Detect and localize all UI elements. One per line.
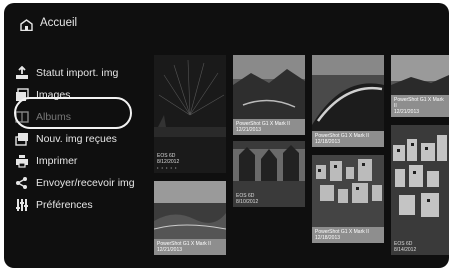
album-tile[interactable]: EOS 6D 8/12/2012 • • • • • [154, 55, 226, 173]
album-date: 12/18/2013 [315, 139, 341, 145]
album-camera: PowerShot G1 X Mark II [394, 97, 444, 109]
album-tile[interactable]: PowerShot G1 X Mark II 12/21/2013 [391, 55, 449, 117]
sidebar-item-new-images[interactable]: Nouv. img reçues [14, 129, 117, 149]
share-icon [14, 175, 30, 191]
album-date: 8/10/2012 [236, 199, 259, 205]
album-tile[interactable]: PowerShot G1 X Mark II 12/21/2013 [154, 181, 226, 255]
album-tile[interactable]: PowerShot G1 X Mark II 12/18/2013 [312, 155, 384, 243]
home-icon[interactable] [20, 19, 33, 31]
sidebar-item-label: Imprimer [36, 155, 78, 167]
album-tile[interactable]: EOS 6D 8/10/2012 [233, 141, 305, 207]
sidebar-item-send-receive[interactable]: Envoyer/recevoir img [14, 173, 135, 193]
album-caption: EOS 6D 8/14/2012 [391, 239, 449, 255]
sidebar-item-preferences[interactable]: Préférences [14, 195, 93, 215]
sidebar-item-label: Préférences [36, 199, 93, 211]
upload-icon [14, 65, 30, 81]
printer-icon [14, 153, 30, 169]
sidebar-item-label: Nouv. img reçues [36, 133, 117, 145]
album-caption: PowerShot G1 X Mark II 12/21/2013 [233, 119, 305, 135]
album-caption: PowerShot G1 X Mark II 12/18/2013 [312, 227, 384, 243]
inbox-icon [14, 131, 30, 147]
album-date: 12/21/2013 [394, 109, 420, 115]
sidebar-item-print[interactable]: Imprimer [14, 151, 77, 171]
sidebar-item-label: Envoyer/recevoir img [36, 177, 135, 189]
sidebar-item-label: Statut import. img [36, 67, 119, 79]
album-date: 12/21/2013 [157, 247, 183, 253]
header: Accueil [4, 3, 449, 43]
album-tile[interactable]: PowerShot G1 X Mark II 12/21/2013 [233, 55, 305, 135]
album-tile[interactable]: EOS 6D 8/14/2012 [391, 125, 449, 255]
album-caption: EOS 6D 8/10/2012 [233, 191, 305, 207]
page-title: Accueil [40, 17, 78, 29]
album-caption: PowerShot G1 X Mark II 12/18/2013 [312, 131, 384, 147]
app-screen: Accueil Statut import. img Images Albums… [4, 3, 449, 268]
album-caption: PowerShot G1 X Mark II 12/21/2013 [154, 239, 226, 255]
album-date: 12/21/2013 [236, 127, 262, 133]
album-caption: EOS 6D 8/12/2012 • • • • • [154, 151, 226, 173]
selection-highlight [14, 97, 132, 129]
albums-grid: EOS 6D 8/12/2012 • • • • • PowerShot G1 … [154, 53, 449, 263]
album-caption: PowerShot G1 X Mark II 12/21/2013 [391, 95, 449, 117]
album-tile[interactable]: PowerShot G1 X Mark II 12/18/2013 [312, 55, 384, 147]
album-thumbnail [391, 125, 449, 255]
album-date: 8/14/2012 [394, 247, 417, 253]
rating-dots: • • • • • [157, 165, 178, 170]
album-date: 12/18/2013 [315, 235, 341, 241]
settings-icon [14, 197, 30, 213]
sidebar-item-import-status[interactable]: Statut import. img [14, 63, 118, 83]
